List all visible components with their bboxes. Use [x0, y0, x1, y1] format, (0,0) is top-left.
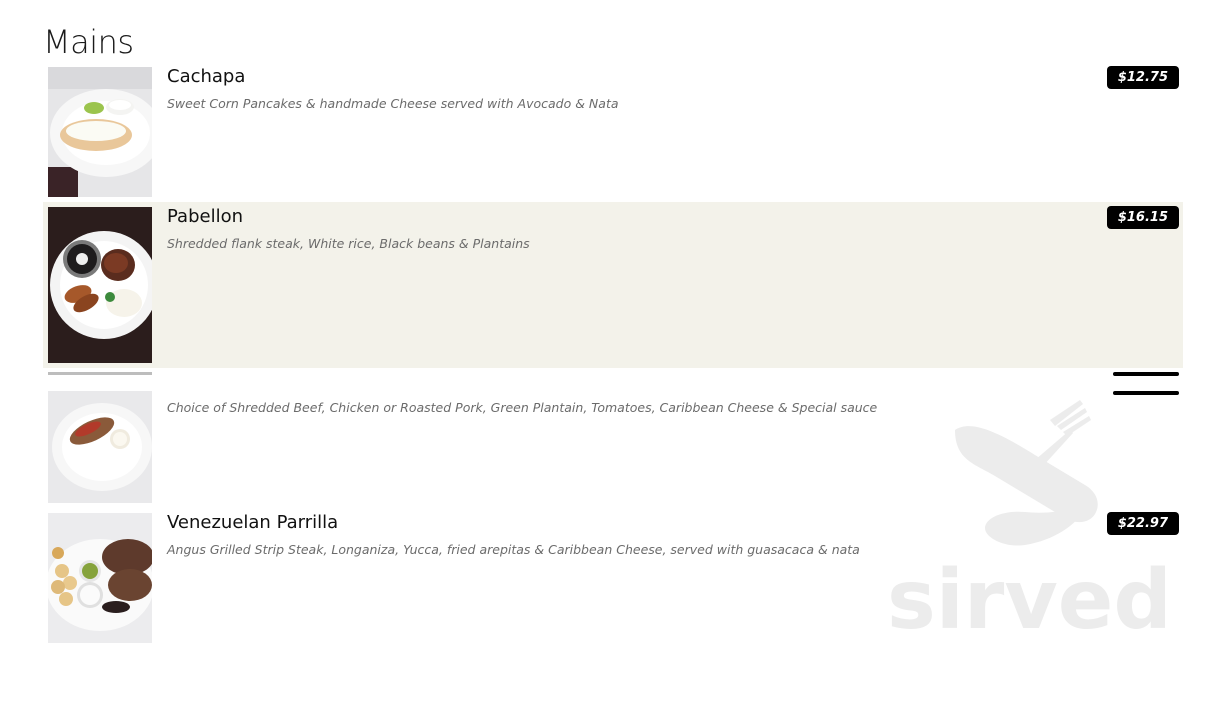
sirved-watermark: sirved — [885, 400, 1172, 648]
item-description: Angus Grilled Strip Steak, Longaniza, Yu… — [167, 542, 860, 557]
item-photo[interactable] — [48, 513, 152, 643]
clipped-edge — [48, 372, 152, 375]
price-badge: $12.75 — [1106, 66, 1179, 89]
menu-item-pabellon[interactable]: Pabellon Shredded flank steak, White ric… — [43, 202, 1183, 368]
menu-item-cachapa[interactable]: Cachapa Sweet Corn Pancakes & handmade C… — [43, 62, 1183, 200]
item-description: Shredded flank steak, White rice, Black … — [167, 236, 530, 251]
item-name: Venezuelan Parrilla — [167, 512, 339, 533]
item-photo[interactable] — [48, 207, 152, 363]
watermark-text: sirved — [887, 553, 1165, 640]
item-description: Choice of Shredded Beef, Chicken or Roas… — [167, 400, 878, 415]
item-photo[interactable] — [48, 391, 152, 503]
price-badge: $16.15 — [1106, 206, 1179, 229]
section-title: Mains — [43, 23, 134, 61]
item-description: Sweet Corn Pancakes & handmade Cheese se… — [167, 96, 619, 111]
price-badge — [1113, 372, 1179, 396]
item-name: Cachapa — [167, 66, 246, 87]
item-photo[interactable] — [48, 67, 152, 197]
item-name: Pabellon — [167, 206, 243, 227]
fork-spoon-icon — [955, 400, 1098, 546]
